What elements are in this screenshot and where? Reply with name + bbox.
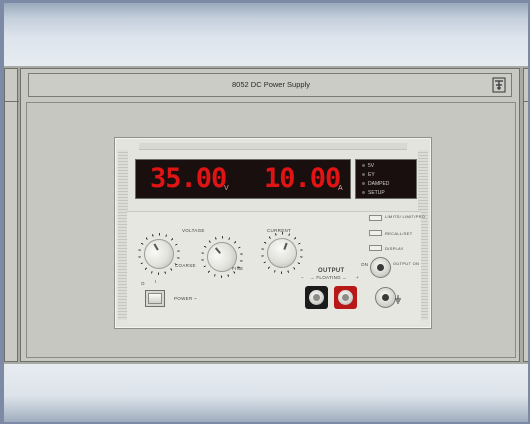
readout-display: 35.00 V 10.00 A xyxy=(135,159,351,199)
current-readout: 10.00 xyxy=(264,163,341,194)
power-label: POWER ~ xyxy=(174,296,197,301)
plus-sign: + xyxy=(356,275,359,280)
bottom-rail xyxy=(4,364,530,422)
on-label: ON xyxy=(361,262,369,267)
divider xyxy=(524,101,530,102)
off-label: O xyxy=(141,281,145,286)
fine-label: FINE xyxy=(232,266,244,271)
power-rocker[interactable] xyxy=(148,293,162,304)
divider xyxy=(5,101,19,102)
recall-set-button[interactable] xyxy=(369,230,382,236)
rack-scene: 8052 DC Power Supply 35.00 V 10.00 A 5V … xyxy=(0,0,530,424)
right-module-partial xyxy=(523,68,530,362)
voltage-unit: V xyxy=(224,185,229,192)
indicator-dot xyxy=(362,182,365,186)
voltage-label: VOLTAGE xyxy=(182,228,205,233)
indicator-dot xyxy=(362,173,365,177)
indicator-damped: DAMPED xyxy=(362,180,389,188)
display-button-label: DISPLAY xyxy=(385,246,404,251)
top-rail xyxy=(4,3,530,71)
negative-terminal[interactable] xyxy=(305,286,328,309)
minus-sign: − xyxy=(301,275,304,280)
output-label: OUTPUT xyxy=(318,268,345,274)
output-on-button[interactable] xyxy=(370,257,391,278)
on-mark-label: I xyxy=(155,279,157,284)
terminal-post[interactable] xyxy=(309,290,324,305)
voltage-readout: 35.00 xyxy=(150,163,227,194)
psu-front-panel: 35.00 V 10.00 A 5V EY DAMPED SETUP VOLTA… xyxy=(114,137,432,329)
limits-button-label: LIMITS/ LIMIT/PRO xyxy=(385,214,426,219)
recall-set-button-label: RECALL/SET xyxy=(385,231,413,236)
display-button[interactable] xyxy=(369,245,382,251)
earth-symbol-icon xyxy=(395,295,401,304)
floating-label: → FLOATING ← xyxy=(310,275,348,280)
top-strip xyxy=(139,143,407,150)
indicator-dot xyxy=(362,191,365,195)
indicator-5v: 5V xyxy=(362,162,374,170)
indicator-ey: EY xyxy=(362,171,375,179)
left-module-partial xyxy=(4,68,19,362)
current-unit: A xyxy=(338,185,343,192)
positive-terminal[interactable] xyxy=(334,286,357,309)
coarse-label: COARSE xyxy=(175,263,196,268)
terminal-post[interactable] xyxy=(338,290,353,305)
module-title: 8052 DC Power Supply xyxy=(232,80,310,89)
power-switch-icon[interactable] xyxy=(145,290,165,307)
module-label-bar: 8052 DC Power Supply xyxy=(28,73,512,97)
limits-button[interactable] xyxy=(369,215,382,221)
indicator-setup: SETUP xyxy=(362,189,385,197)
indicator-dot xyxy=(362,164,365,168)
output-on-button-label: OUTPUT ON xyxy=(393,261,420,266)
status-indicators: 5V EY DAMPED SETUP xyxy=(355,159,417,199)
tf-logo-icon xyxy=(492,77,506,93)
